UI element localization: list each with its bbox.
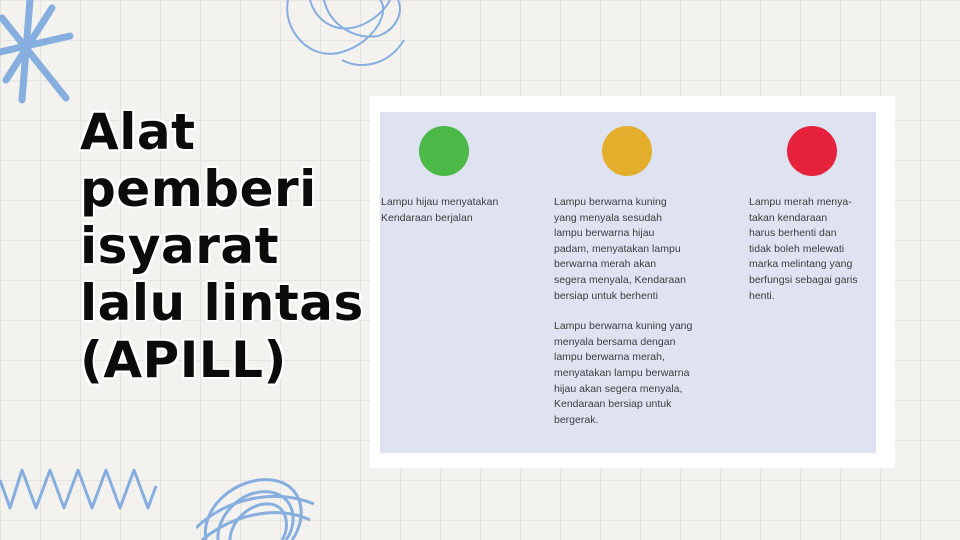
- red-light-icon: [787, 126, 837, 176]
- red-light-description: Lampu merah menya- takan kendaraan harus…: [749, 195, 874, 319]
- title-line: lalu lintas: [80, 274, 364, 332]
- ball-scribble-icon: [196, 478, 315, 540]
- green-light-description: Lampu hijau menyatakan Kendaraan berjala…: [381, 195, 531, 241]
- traffic-light-card: Lampu hijau menyatakan Kendaraan berjala…: [370, 96, 895, 468]
- description-paragraph: Lampu berwarna kuning yang menyala sesud…: [554, 196, 686, 302]
- title-line: (APILL): [80, 331, 287, 389]
- title-line: pemberi: [80, 160, 317, 218]
- title-line: isyarat: [80, 217, 280, 275]
- green-light-icon: [419, 126, 469, 176]
- description-paragraph: Lampu merah menya- takan kendaraan harus…: [749, 196, 858, 302]
- yellow-light-icon: [602, 126, 652, 176]
- yellow-light-description: Lampu berwarna kuning yang menyala sesud…: [554, 195, 724, 443]
- title-line: Alat: [80, 103, 196, 161]
- page-title: Alat pemberi isyarat lalu lintas (APILL): [80, 104, 380, 389]
- loop-scribble-icon: [286, 0, 405, 67]
- traffic-light-panel: Lampu hijau menyatakan Kendaraan berjala…: [380, 112, 876, 453]
- description-paragraph: Lampu berwarna kuning yang menyala bersa…: [554, 320, 693, 426]
- zigzag-icon: [0, 468, 158, 510]
- star-doodle-icon: [0, 0, 74, 104]
- description-paragraph: Lampu hijau menyatakan Kendaraan berjala…: [381, 196, 499, 224]
